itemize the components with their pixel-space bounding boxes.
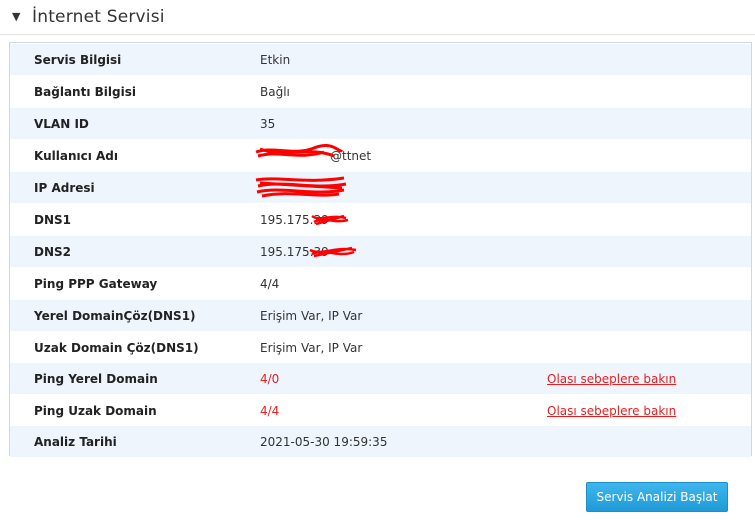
row-value: Erişim Var, IP Var	[260, 308, 363, 323]
table-row: DNS2 195.175.39	[10, 236, 751, 267]
section-header[interactable]: ▼ İnternet Servisi	[0, 0, 755, 35]
redaction-scribble	[255, 176, 347, 198]
row-label: DNS2	[34, 244, 71, 259]
table-row: Bağlantı Bilgisi Bağlı	[10, 76, 751, 107]
row-label: IP Adresi	[34, 180, 95, 195]
row-value: 4/4	[260, 403, 280, 418]
row-label: Ping Uzak Domain	[34, 403, 157, 418]
table-row: Ping Yerel Domain 4/0 Olası sebeplere ba…	[10, 363, 751, 394]
row-value: 195.175.39	[260, 212, 329, 227]
row-value: 4/0	[260, 371, 280, 386]
row-label: Uzak Domain Çöz(DNS1)	[34, 340, 199, 355]
possible-causes-link[interactable]: Olası sebeplere bakın	[547, 404, 676, 418]
row-label: Analiz Tarihi	[34, 434, 117, 449]
row-value: Bağlı	[260, 84, 290, 99]
possible-causes-link[interactable]: Olası sebeplere bakın	[547, 372, 676, 386]
table-row: DNS1 195.175.39	[10, 204, 751, 235]
row-value: 2021-05-30 19:59:35	[260, 434, 388, 449]
table-row: Ping Uzak Domain 4/4 Olası sebeplere bak…	[10, 395, 751, 426]
start-service-analysis-button[interactable]: Servis Analizi Başlat	[586, 482, 728, 512]
row-value: 4/4	[260, 276, 280, 291]
row-label: Ping Yerel Domain	[34, 371, 158, 386]
table-row: Uzak Domain Çöz(DNS1) Erişim Var, IP Var	[10, 332, 751, 363]
table-row: Ping PPP Gateway 4/4	[10, 268, 751, 299]
row-label: Kullanıcı Adı	[34, 148, 119, 163]
row-label: VLAN ID	[34, 116, 89, 131]
row-value: @ttnet	[330, 148, 372, 163]
row-label: Servis Bilgisi	[34, 52, 122, 67]
service-info-table: Servis Bilgisi Etkin Bağlantı Bilgisi Ba…	[9, 42, 752, 457]
table-row: IP Adresi	[10, 172, 751, 203]
table-row: Kullanıcı Adı @ttnet	[10, 140, 751, 171]
row-value: Etkin	[260, 52, 291, 67]
row-label: Ping PPP Gateway	[34, 276, 158, 291]
row-value: 35	[260, 116, 276, 131]
row-label: Bağlantı Bilgisi	[34, 84, 136, 99]
row-value: 195.175.39	[260, 244, 329, 259]
table-row: Servis Bilgisi Etkin	[10, 44, 751, 75]
row-value: Erişim Var, IP Var	[260, 340, 363, 355]
row-label: Yerel DomainÇöz(DNS1)	[34, 308, 196, 323]
section-title: İnternet Servisi	[32, 7, 165, 27]
table-row: Yerel DomainÇöz(DNS1) Erişim Var, IP Var	[10, 300, 751, 331]
triangle-down-icon[interactable]: ▼	[12, 11, 22, 22]
row-label: DNS1	[34, 212, 71, 227]
table-row: VLAN ID 35	[10, 108, 751, 139]
table-row: Analiz Tarihi 2021-05-30 19:59:35	[10, 426, 751, 457]
